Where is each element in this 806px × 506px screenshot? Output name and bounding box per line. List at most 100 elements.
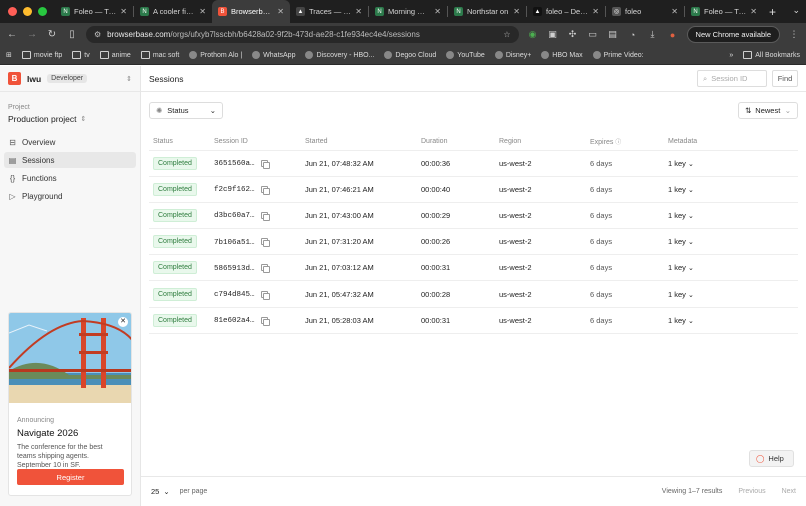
browser-tab[interactable]: N A cooler findi ✕ [134,0,212,23]
browser-tab[interactable]: N Foleo — Trus ✕ [55,0,133,23]
extensions-puzzle-icon[interactable]: ✣ [567,29,579,41]
apps-icon[interactable]: ⊞ [6,51,12,59]
copy-icon[interactable] [260,159,270,169]
bookmark-item[interactable]: Prothom Alo | [189,51,242,59]
reload-button[interactable]: ↻ [46,29,58,40]
metadata-toggle[interactable]: 1 key ⌄ [668,185,694,194]
bookmark-item[interactable]: tv [72,51,90,59]
org-switcher[interactable]: B Iwu Developer ⇕ [0,66,140,92]
browser-tab[interactable]: N Foleo — Trus ✕ [685,0,763,23]
address-bar[interactable]: ⚙ browserbase.com/orgs/ufxyb7lsscbh/b642… [86,26,519,43]
page-size-select[interactable]: 25 ⌄ [151,487,170,496]
sidebar-item-overview[interactable]: ⊟ Overview [4,134,136,150]
extension-icon[interactable]: ▣ [547,29,559,41]
bookmark-item[interactable]: Disney+ [494,51,531,59]
close-tab-icon[interactable]: ✕ [199,7,206,16]
session-id[interactable]: c794d845… [214,291,255,299]
site-info-icon[interactable]: ⚙ [94,30,101,39]
copy-icon[interactable] [260,290,270,300]
sidepanel-icon[interactable]: ▯ [66,29,78,40]
close-tab-icon[interactable]: ✕ [120,7,127,16]
register-button[interactable]: Register [17,469,124,485]
help-button[interactable]: ◯ Help [749,450,794,467]
more-menu-icon[interactable]: ⋮ [788,29,800,41]
find-button[interactable]: Find [772,70,798,87]
close-tab-icon[interactable]: ✕ [592,7,599,16]
close-tab-icon[interactable]: ✕ [434,7,441,16]
back-button[interactable]: ← [6,29,18,40]
all-bookmarks-folder[interactable]: All Bookmarks [743,51,800,59]
project-switcher[interactable]: Production project ⇕ [0,114,140,124]
browser-tab[interactable]: B Browserbase ✕ [212,0,290,23]
bookmark-item[interactable]: Discovery - HBO... [305,51,374,59]
extension-icon[interactable]: ◉ [527,29,539,41]
cast-icon[interactable]: ▭ [587,29,599,41]
info-icon[interactable]: ⓘ [615,140,621,146]
sort-dropdown[interactable]: ⇅ Newest ⌄ [738,101,798,119]
copy-icon[interactable] [260,238,270,248]
minimize-window-button[interactable] [23,7,32,16]
chrome-update-button[interactable]: New Chrome available [686,26,780,43]
browser-tab[interactable]: N Northstar on ✕ [448,0,526,23]
table-row[interactable]: Completed 5865913d… Jun 21, 07:03:12 AM 00:… [149,254,798,282]
table-row[interactable]: Completed f2c9f162… Jun 21, 07:46:21 AM 00:… [149,176,798,203]
profile-icon[interactable]: ◔ [627,29,639,41]
metadata-toggle[interactable]: 1 key ⌄ [668,290,694,299]
tab-search-icon[interactable]: ⌄ [792,5,800,16]
session-id[interactable]: f2c9f162… [214,186,255,194]
avatar[interactable]: ● [667,29,679,41]
copy-icon[interactable] [260,264,270,274]
sidebar-item-playground[interactable]: ▷ Playground [4,188,136,204]
table-row[interactable]: Completed 81e602a4… Jun 21, 05:28:03 AM 00:… [149,307,798,334]
sidebar-item-functions[interactable]: {} Functions [4,170,136,186]
table-row[interactable]: Completed 3651560a… Jun 21, 07:48:32 AM 00:… [149,150,798,177]
session-id[interactable]: 3651560a… [214,160,255,168]
session-id[interactable]: 81e602a4… [214,317,255,325]
copy-icon[interactable] [260,185,270,195]
close-tab-icon[interactable]: ✕ [671,7,678,16]
bookmark-item[interactable]: movie ftp [21,51,62,59]
browser-tab[interactable]: ▲ Traces — folo ✕ [290,0,368,23]
bookmarks-overflow-icon[interactable]: » [729,52,733,59]
table-row[interactable]: Completed 7b106a51… Jun 21, 07:31:20 AM 00:… [149,228,798,256]
session-id[interactable]: d3bc60a7… [214,212,255,220]
previous-page-button[interactable]: Previous [738,488,765,495]
metadata-toggle[interactable]: 1 key ⌄ [668,316,694,325]
close-tab-icon[interactable]: ✕ [513,7,520,16]
bookmark-star-icon[interactable]: ☆ [503,30,510,39]
next-page-button[interactable]: Next [782,488,796,495]
metadata-toggle[interactable]: 1 key ⌄ [668,159,694,168]
status-filter-dropdown[interactable]: ✺ Status ⌄ [149,101,223,119]
forward-button[interactable]: → [26,29,38,40]
close-tab-icon[interactable]: ✕ [277,7,284,16]
download-icon[interactable]: ⤓ [647,29,659,41]
bookmark-item[interactable]: mac soft [140,51,179,59]
session-search-input[interactable]: ⌕ Session ID [697,70,767,87]
metadata-toggle[interactable]: 1 key ⌄ [668,237,694,246]
table-row[interactable]: Completed c794d845… Jun 21, 05:47:32 AM 00:… [149,280,798,308]
session-id[interactable]: 5865913d… [214,265,255,273]
bookmark-item[interactable]: Degoo Cloud [384,51,436,59]
close-tab-icon[interactable]: ✕ [355,7,362,16]
browser-tab[interactable]: ▲ foleo – Deplo ✕ [527,0,605,23]
sidebar-item-sessions[interactable]: ▤ Sessions [4,152,136,168]
close-tab-icon[interactable]: ✕ [750,7,757,16]
session-id[interactable]: 7b106a51… [214,239,255,247]
metadata-toggle[interactable]: 1 key ⌄ [668,263,694,272]
bookmark-item[interactable]: HBO Max [541,51,583,59]
table-row[interactable]: Completed d3bc60a7… Jun 21, 07:43:00 AM 00:… [149,202,798,230]
close-window-button[interactable] [8,7,17,16]
bookmark-item[interactable]: WhatsApp [252,51,295,59]
browser-tab[interactable]: ◎ foleo ✕ [606,0,684,23]
new-tab-button[interactable]: + [763,5,782,19]
close-icon[interactable]: ✕ [118,317,128,327]
copy-icon[interactable] [260,316,270,326]
bookmark-item[interactable]: YouTube [446,51,485,59]
bookmark-item[interactable]: anime [99,51,131,59]
metadata-toggle[interactable]: 1 key ⌄ [668,211,694,220]
copy-icon[interactable] [260,211,270,221]
maximize-window-button[interactable] [38,7,47,16]
bookmark-item[interactable]: Prime Video: [592,51,644,59]
reading-list-icon[interactable]: ▤ [607,29,619,41]
browser-tab[interactable]: N Morning mile ✕ [369,0,447,23]
